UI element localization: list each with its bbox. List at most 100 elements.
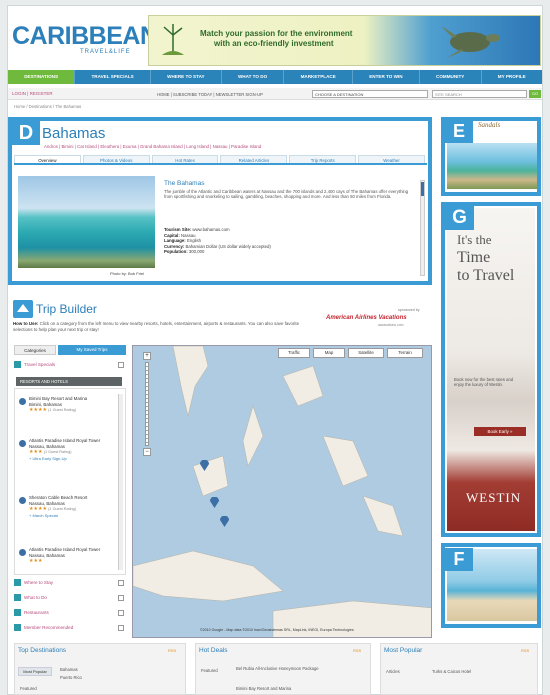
list-item[interactable]: Sheraton Cable Beach Resort Nassau, Baha…	[29, 495, 119, 518]
map-marker-icon[interactable]	[200, 460, 209, 471]
category-checkbox[interactable]	[118, 610, 124, 616]
star-rating: ★★★★	[29, 506, 47, 512]
zoom-out-icon[interactable]: −	[143, 448, 151, 456]
td-featured[interactable]: Featured	[20, 686, 37, 691]
most-popular-title: Most Popular	[384, 647, 423, 654]
category-checkbox[interactable]	[118, 580, 124, 586]
breadcrumb[interactable]: Home / Destinations / The Bahamas	[14, 104, 81, 109]
category-where-to-stay[interactable]: Where to Stay	[14, 578, 126, 588]
category-member-recommended[interactable]: Member Recommended	[14, 623, 126, 633]
list-item[interactable]: Atlantis Paradise Island Royal Tower Nas…	[29, 547, 119, 565]
map-pin-icon	[19, 398, 26, 405]
list-item[interactable]: Turks & Caicos Hotel	[432, 669, 471, 674]
map-pin-icon	[19, 497, 26, 504]
map-marker-icon[interactable]	[220, 516, 229, 527]
site-search-input[interactable]: SITE SEARCH	[432, 90, 527, 98]
sponsor-url: aavacations.com	[378, 323, 404, 327]
nav-destinations[interactable]: DESTINATIONS	[8, 70, 76, 84]
westin-copy: Book now for the best rates and enjoy th…	[454, 377, 514, 388]
list-item[interactable]: Bahamas	[60, 667, 78, 672]
map-copyright: ©2010 Google - Map data ©2010 Inav/Geosi…	[200, 628, 354, 632]
destination-facts: Tourism Site: www.bahamas.com Capital: N…	[164, 227, 414, 255]
category-checkbox[interactable]	[118, 595, 124, 601]
nav-where-to-stay[interactable]: WHERE TO STAY	[151, 70, 222, 84]
list-item[interactable]: Atlantis Paradise Island Royal Tower Nas…	[29, 438, 119, 461]
hotel-list-scrollbar[interactable]	[118, 394, 123, 570]
tab-hot-rates[interactable]: Hot Rates	[151, 155, 219, 163]
map-marker-icon[interactable]	[210, 497, 219, 508]
sandals-logo[interactable]: Sandals	[478, 121, 500, 129]
search-go-button[interactable]: GO	[529, 90, 541, 98]
sponsored-by: sponsored by	[398, 308, 420, 312]
map-traffic-button[interactable]: Traffic	[278, 348, 310, 358]
tab-weather[interactable]: Weather	[358, 155, 425, 163]
utility-links[interactable]: HOME | SUBSCRIBE TODAY | NEWSLETTER SIGN…	[157, 92, 263, 97]
category-what-to-do[interactable]: What to Do	[14, 593, 126, 603]
list-item[interactable]: Bel Rubia All-Inclusive Honeymoon Packag…	[236, 666, 366, 671]
rss-icon[interactable]: RSS	[353, 648, 361, 653]
map-satellite-button[interactable]: Satellite	[348, 348, 384, 358]
map-pin-icon	[19, 440, 26, 447]
zoom-slider[interactable]	[145, 362, 149, 446]
nav-community[interactable]: COMMUNITY	[420, 70, 482, 84]
tab-most-popular[interactable]: Most Popular	[18, 667, 52, 676]
tab-my-saved-trips[interactable]: My Saved Trips	[58, 345, 126, 355]
section-label-e: E	[445, 120, 473, 143]
hot-deals-title: Hot Deals	[199, 647, 228, 654]
photo-caption: Photo by: Bob Friel	[110, 271, 145, 276]
tab-trip-reports[interactable]: Trip Reports	[289, 155, 357, 163]
trip-map[interactable]	[132, 345, 432, 638]
map-terrain-button[interactable]: Terrain	[387, 348, 423, 358]
category-checkbox[interactable]	[118, 625, 124, 631]
banner-text: Match your passion for the environment w…	[200, 29, 353, 48]
star-rating: ★★★	[29, 558, 43, 564]
site-logo[interactable]: CARIBBEAN	[12, 22, 158, 51]
nav-travel-specials[interactable]: TRAVEL SPECIALS	[75, 70, 151, 84]
mp-articles: Articles	[386, 669, 400, 674]
rss-icon[interactable]: RSS	[168, 648, 176, 653]
trip-builder-icon	[13, 300, 33, 318]
nav-enter-to-win[interactable]: ENTER TO WIN	[353, 70, 420, 84]
rss-icon[interactable]: RSS	[521, 648, 529, 653]
map-pin-icon	[19, 549, 26, 556]
westin-logo: WESTIN	[466, 490, 522, 505]
category-travel-specials[interactable]: Travel Specials	[14, 360, 126, 370]
info-title: The Bahamas	[164, 180, 205, 187]
category-checkbox[interactable]	[118, 362, 124, 368]
nav-marketplace[interactable]: MARKETPLACE	[284, 70, 354, 84]
main-nav: DESTINATIONS TRAVEL SPECIALS WHERE TO ST…	[8, 70, 542, 84]
category-icon	[14, 361, 21, 369]
tab-overview[interactable]: Overview	[14, 155, 81, 163]
top-destinations-title: Top Destinations	[18, 647, 67, 654]
list-item[interactable]: Bimini Bay Resort and Marina Bimini, Bah…	[29, 396, 119, 414]
book-early-button[interactable]: Book Early »	[474, 427, 526, 436]
trip-builder-title: Trip Builder	[36, 302, 97, 316]
star-rating: ★★★★	[29, 407, 47, 413]
list-item[interactable]: Bimini Bay Resort and Marina	[236, 686, 366, 691]
destination-tabs: Overview Photos & Videos Hot Rates Relat…	[14, 155, 427, 165]
zoom-in-icon[interactable]: +	[143, 352, 151, 360]
star-rating: ★★★	[29, 449, 43, 455]
resorts-hotels-header[interactable]: RESORTS AND HOTELS	[16, 377, 122, 386]
wind-turbine-icon	[162, 24, 184, 55]
info-text: The jumble of the Atlantic and Caribbean…	[164, 189, 409, 200]
destination-photo[interactable]	[18, 176, 155, 268]
section-label-g: G	[445, 206, 474, 230]
how-to-use: How to Use: Click on a category from the…	[13, 321, 300, 332]
sandals-ad-image[interactable]	[447, 143, 537, 189]
tab-photos-videos[interactable]: Photos & Videos	[82, 155, 150, 163]
map-map-button[interactable]: Map	[313, 348, 345, 358]
map-land	[133, 346, 431, 637]
info-scrollbar-thumb[interactable]	[421, 182, 424, 196]
category-restaurants[interactable]: Restaurants	[14, 608, 126, 618]
westin-headline: It's the Time to Travel	[457, 232, 515, 284]
nav-my-profile[interactable]: MY PROFILE	[482, 70, 542, 84]
tab-related-articles[interactable]: Related Articles	[220, 155, 288, 163]
login-register-link[interactable]: LOGIN | REGISTER	[12, 91, 53, 96]
american-airlines-logo[interactable]: American Airlines Vacations	[326, 315, 407, 321]
list-item[interactable]: Puerto Rico	[60, 675, 82, 680]
nav-what-to-do[interactable]: WHAT TO DO	[222, 70, 285, 84]
destination-select[interactable]: CHOOSE A DESTINATION	[312, 90, 428, 98]
tab-categories[interactable]: Categories	[14, 345, 56, 355]
island-links[interactable]: Andros | Bimini | Cat Island | Eleuthera…	[44, 144, 261, 149]
